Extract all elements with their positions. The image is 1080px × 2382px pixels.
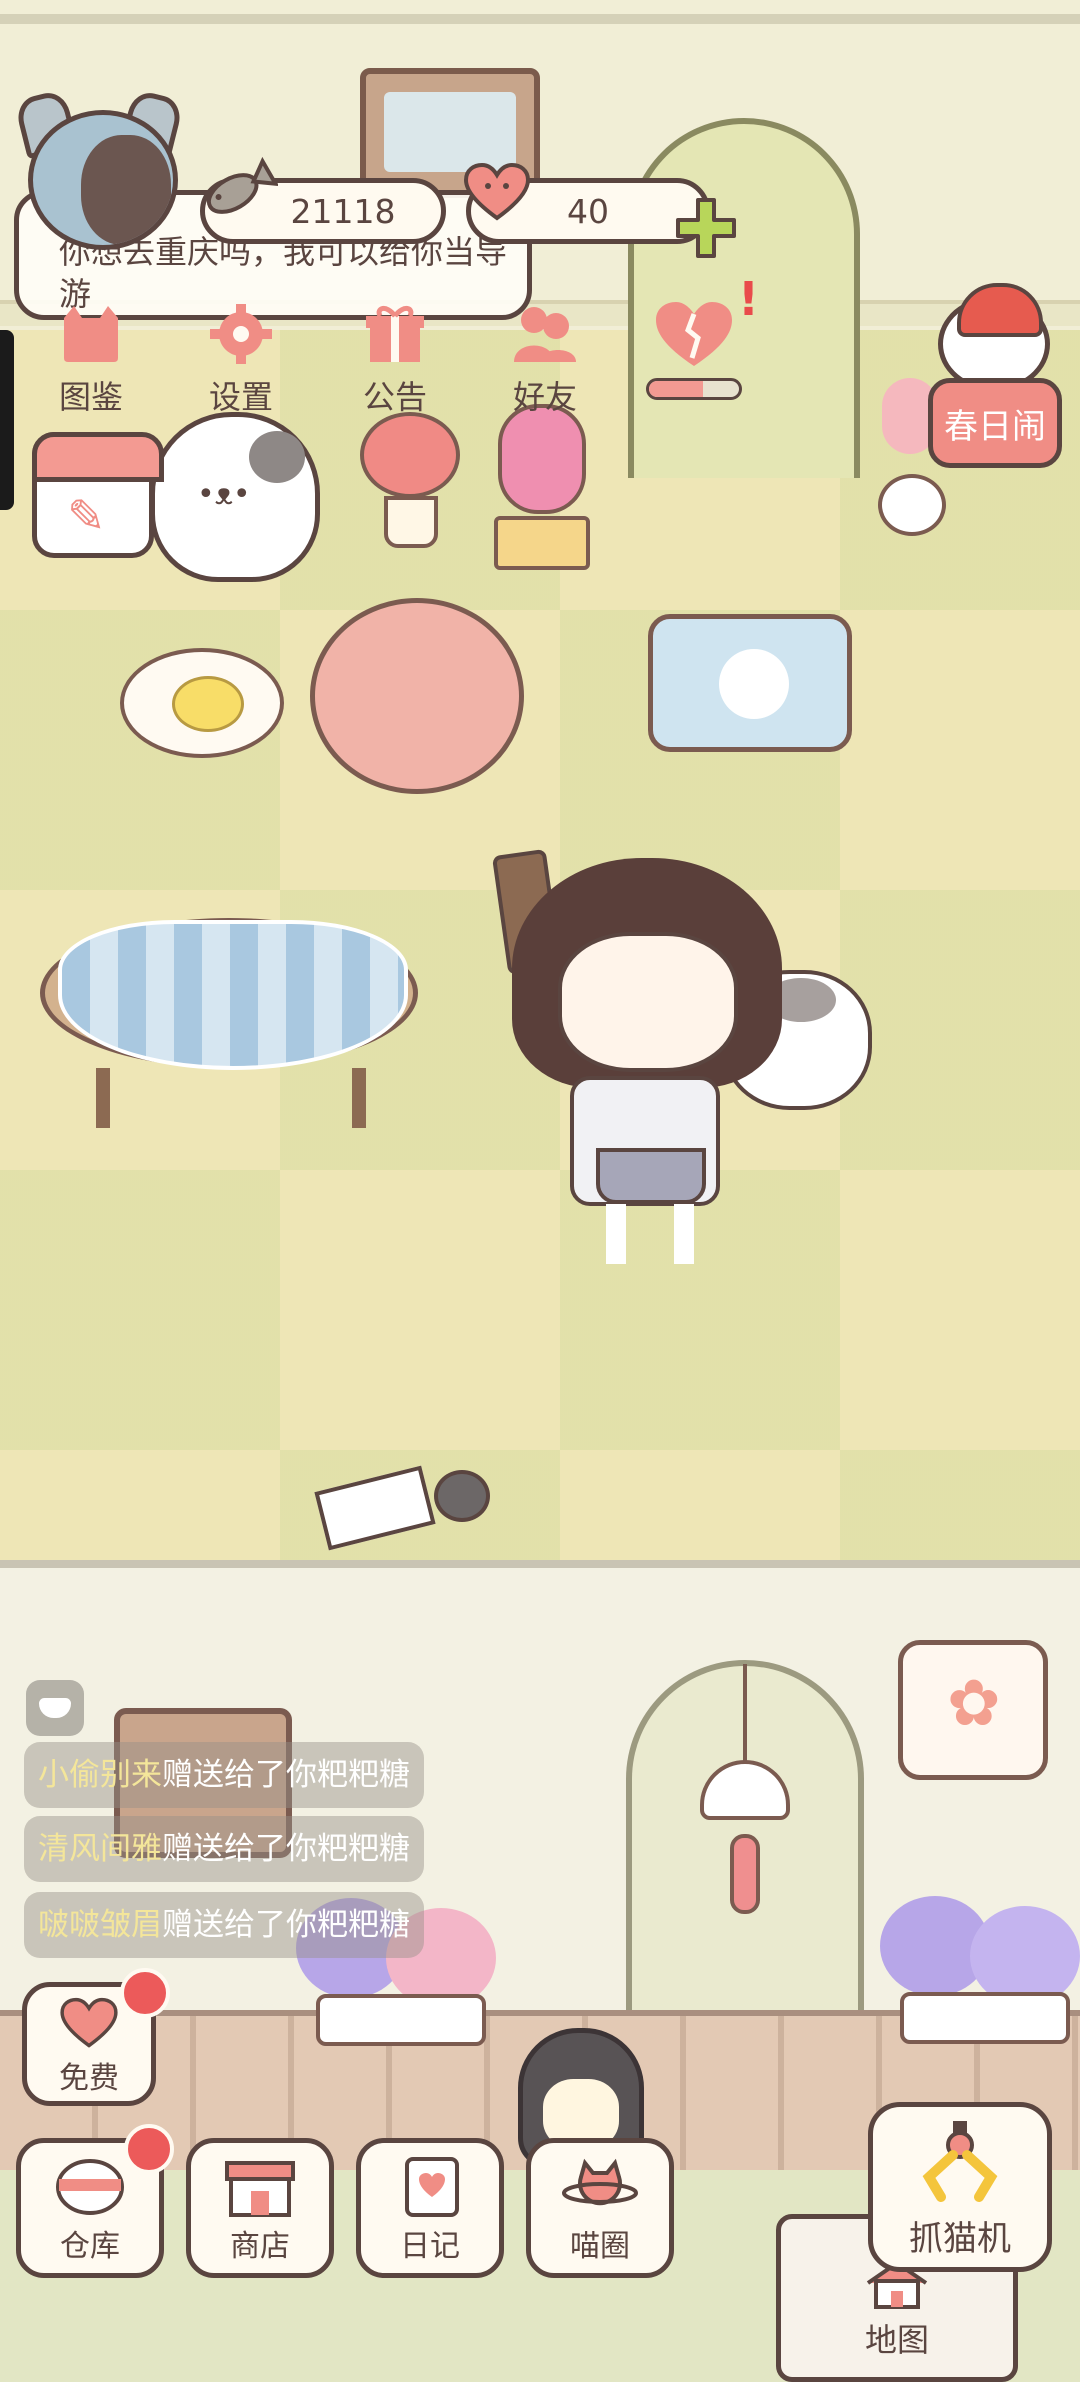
free-label: 免费 [59, 2061, 119, 2096]
affection-bar [646, 378, 742, 400]
menu-settings[interactable]: 设置 [186, 302, 296, 418]
gift-action: 赠送给了你粑粑糖 [162, 1831, 410, 1867]
table-legs [96, 1068, 366, 1128]
menu-friends[interactable]: 好友 [490, 302, 600, 418]
flower-sign[interactable] [898, 1640, 1048, 1780]
warehouse-label: 仓库 [60, 2229, 120, 2264]
meow-circle-button[interactable]: 喵圈 [526, 2138, 674, 2278]
broken-heart-icon [656, 302, 732, 366]
hyacinth-basket[interactable] [490, 404, 594, 572]
pink-beanbag[interactable] [310, 598, 524, 794]
diary-label: 日记 [400, 2229, 460, 2264]
potted-flowers[interactable] [360, 412, 460, 552]
affection-bar-fill [649, 381, 703, 397]
gift-sender[interactable]: 啵啵皱眉 [38, 1907, 162, 1943]
diary-icon [405, 2157, 459, 2217]
claw-machine-button[interactable]: 抓猫机 [868, 2102, 1052, 2272]
gift-action: 赠送给了你粑粑糖 [162, 1757, 410, 1793]
gift-action: 赠送给了你粑粑糖 [162, 1907, 410, 1943]
hydrangea-pot-purple[interactable] [880, 1896, 1080, 2046]
cloud-mat[interactable] [648, 614, 852, 752]
map-label: 地图 [864, 2321, 929, 2359]
affection-meter[interactable] [646, 296, 746, 406]
fish-icon [206, 156, 278, 214]
diary-checkin-button[interactable]: ✎ [32, 432, 164, 558]
gift-sender[interactable]: 清风间雅 [38, 1831, 162, 1867]
menu-settings-label: 设置 [208, 378, 273, 416]
warehouse-icon [56, 2159, 124, 2215]
shop-icon [225, 2161, 295, 2217]
game-scene: •ᴥ• 你想去重庆吗，我可以给你当导游 21118 [0, 0, 1080, 2382]
shop-button[interactable]: 商店 [186, 2138, 334, 2278]
gift-feed-row: 清风间雅赠送给了你粑粑糖 [24, 1816, 424, 1882]
add-hearts-button[interactable] [672, 194, 740, 262]
meow-circle-label: 喵圈 [570, 2229, 630, 2264]
alert-icon: ! [738, 272, 759, 326]
gift-icon [366, 306, 424, 362]
white-calico-cat[interactable]: •ᴥ• [150, 412, 320, 582]
claw-icon [922, 2121, 998, 2202]
warehouse-notification-badge [124, 2124, 174, 2174]
spring-event-button[interactable]: 春日闹 [924, 283, 1064, 474]
heart-value: 40 [567, 191, 609, 231]
player-avatar[interactable] [13, 88, 188, 254]
menu-collection-label: 图鉴 [58, 378, 123, 416]
heart-icon [463, 162, 531, 221]
fried-egg-cushion[interactable] [120, 648, 284, 758]
edge-handle[interactable] [0, 330, 14, 510]
cat-book-icon [64, 306, 118, 362]
feed-toggle-button[interactable] [26, 1680, 84, 1736]
gift-feed-row: 小偷别来赠送给了你粑粑糖 [24, 1742, 424, 1808]
menu-announcement[interactable]: 公告 [340, 302, 450, 418]
gear-icon [210, 304, 272, 364]
pencil-icon: ✎ [67, 489, 106, 543]
spring-event-label: 春日闹 [928, 378, 1062, 468]
free-notification-badge [120, 1968, 170, 2018]
gift-feed-row: 啵啵皱眉赠送给了你粑粑糖 [24, 1892, 424, 1958]
player-character[interactable] [500, 858, 790, 1278]
scattered-papers[interactable] [314, 1465, 490, 1551]
claw-machine-label: 抓猫机 [909, 2219, 1011, 2259]
planet-cat-icon [562, 2158, 638, 2206]
friends-icon [514, 307, 576, 362]
menu-collection[interactable]: 图鉴 [36, 302, 146, 418]
diary-button[interactable]: 日记 [356, 2138, 504, 2278]
wind-chime[interactable] [700, 1664, 790, 1914]
blue-tablecloth [58, 920, 408, 1070]
heart-gift-icon [60, 1997, 118, 2048]
menu-announcement-label: 公告 [362, 378, 427, 416]
gift-sender[interactable]: 小偷别来 [38, 1757, 162, 1793]
shop-label: 商店 [230, 2229, 290, 2264]
menu-friends-label: 好友 [512, 378, 577, 416]
